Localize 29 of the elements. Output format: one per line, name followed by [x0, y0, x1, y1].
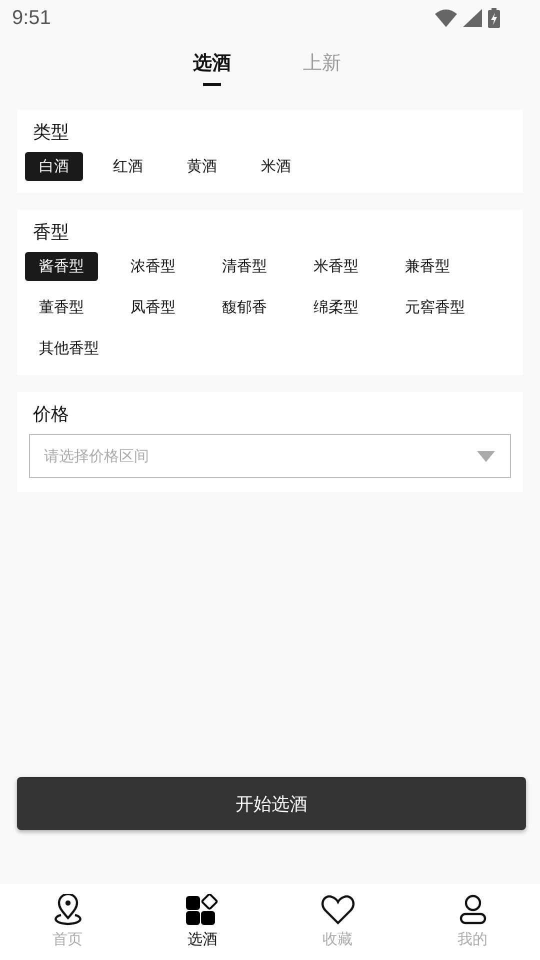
- price-select[interactable]: 请选择价格区间: [29, 434, 511, 478]
- type-chip[interactable]: 黄酒: [173, 152, 231, 181]
- aroma-chip[interactable]: 董香型: [25, 293, 98, 322]
- aroma-chip[interactable]: 清香型: [208, 252, 281, 281]
- blocks-icon: [186, 894, 220, 926]
- section-title: 类型: [32, 121, 70, 145]
- aroma-chip[interactable]: 绵柔型: [300, 293, 372, 322]
- signal-icon: [463, 9, 482, 27]
- type-chip[interactable]: 米酒: [247, 152, 305, 181]
- battery-icon: [488, 8, 500, 28]
- start-button[interactable]: 开始选酒: [17, 777, 526, 830]
- aroma-chip[interactable]: 其他香型: [25, 334, 113, 363]
- section-title: 香型: [32, 221, 70, 245]
- aroma-chip[interactable]: 浓香型: [116, 252, 190, 281]
- status-time: 9:51: [12, 6, 51, 30]
- wifi-icon: [435, 9, 457, 27]
- dropdown-caret-icon: [477, 451, 495, 462]
- top-tab[interactable]: 选酒: [193, 50, 231, 89]
- type-chip[interactable]: 红酒: [99, 152, 157, 181]
- type-chip[interactable]: 白酒: [25, 152, 83, 181]
- aroma-chip[interactable]: 米香型: [300, 252, 372, 281]
- aroma-chip[interactable]: 元窖香型: [391, 293, 479, 322]
- aroma-chip[interactable]: 馥郁香: [208, 293, 281, 322]
- heart-icon: [320, 894, 354, 926]
- aroma-chip[interactable]: 兼香型: [391, 252, 464, 281]
- nav-tab[interactable]: 选酒: [152, 884, 252, 960]
- section-title: 价格: [32, 403, 70, 427]
- aroma-chip[interactable]: 凤香型: [116, 293, 190, 322]
- aroma-chip[interactable]: 酱香型: [25, 252, 98, 281]
